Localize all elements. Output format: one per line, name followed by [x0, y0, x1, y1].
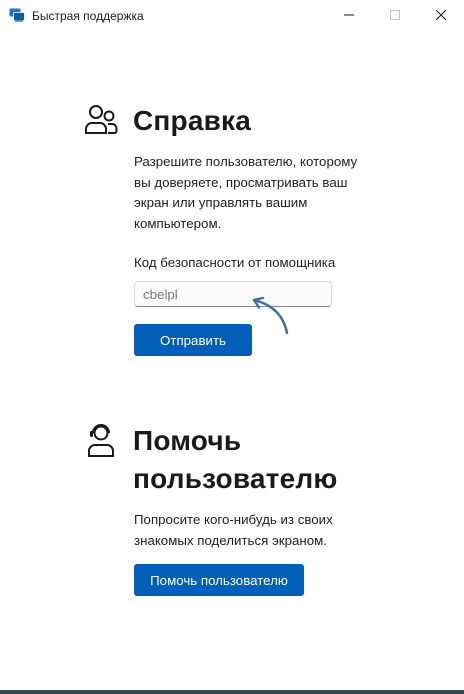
- quick-assist-window: Быстрая поддержка Справка Разрешите поль…: [0, 0, 464, 694]
- give-help-description-line: Попросите кого-нибудь из своих: [134, 512, 333, 527]
- give-help-description-line: знакомых поделиться экраном.: [134, 532, 327, 548]
- give-help-button[interactable]: Помочь пользователю: [134, 564, 304, 596]
- submit-button[interactable]: Отправить: [134, 324, 252, 356]
- person-headset-icon: [86, 424, 116, 463]
- maximize-button[interactable]: [372, 0, 418, 32]
- minimize-icon: [344, 7, 354, 25]
- window-bottom-border: [0, 690, 464, 694]
- curved-arrow-icon: [246, 292, 290, 341]
- window-title: Быстрая поддержка: [32, 9, 144, 23]
- get-help-description-line: компьютером.: [134, 215, 222, 231]
- security-code-input[interactable]: [134, 281, 332, 307]
- close-icon: [435, 7, 447, 25]
- minimize-button[interactable]: [326, 0, 372, 32]
- get-help-description: Разрешите пользователю, которому вы дове…: [134, 152, 357, 234]
- quick-assist-icon: [9, 8, 25, 22]
- get-help-description-line: экран или управлять вашим: [134, 195, 308, 210]
- get-help-description-line: Разрешите пользователю, которому: [134, 154, 358, 169]
- title-bar[interactable]: Быстрая поддержка: [0, 0, 464, 32]
- maximize-icon: [390, 7, 400, 25]
- close-button[interactable]: [418, 0, 464, 32]
- security-code-label: Код безопасности от помощника: [134, 255, 336, 270]
- give-help-heading: Помочь пользователю: [133, 422, 337, 498]
- give-help-description: Попросите кого-нибудь из своих знакомых …: [134, 510, 333, 551]
- people-icon: [84, 104, 118, 141]
- give-help-heading-line: пользователю: [133, 463, 338, 494]
- get-help-heading: Справка: [133, 105, 252, 136]
- get-help-description-line: вы доверяете, просматривать ваш: [134, 174, 348, 190]
- give-help-heading-line: Помочь: [133, 425, 242, 456]
